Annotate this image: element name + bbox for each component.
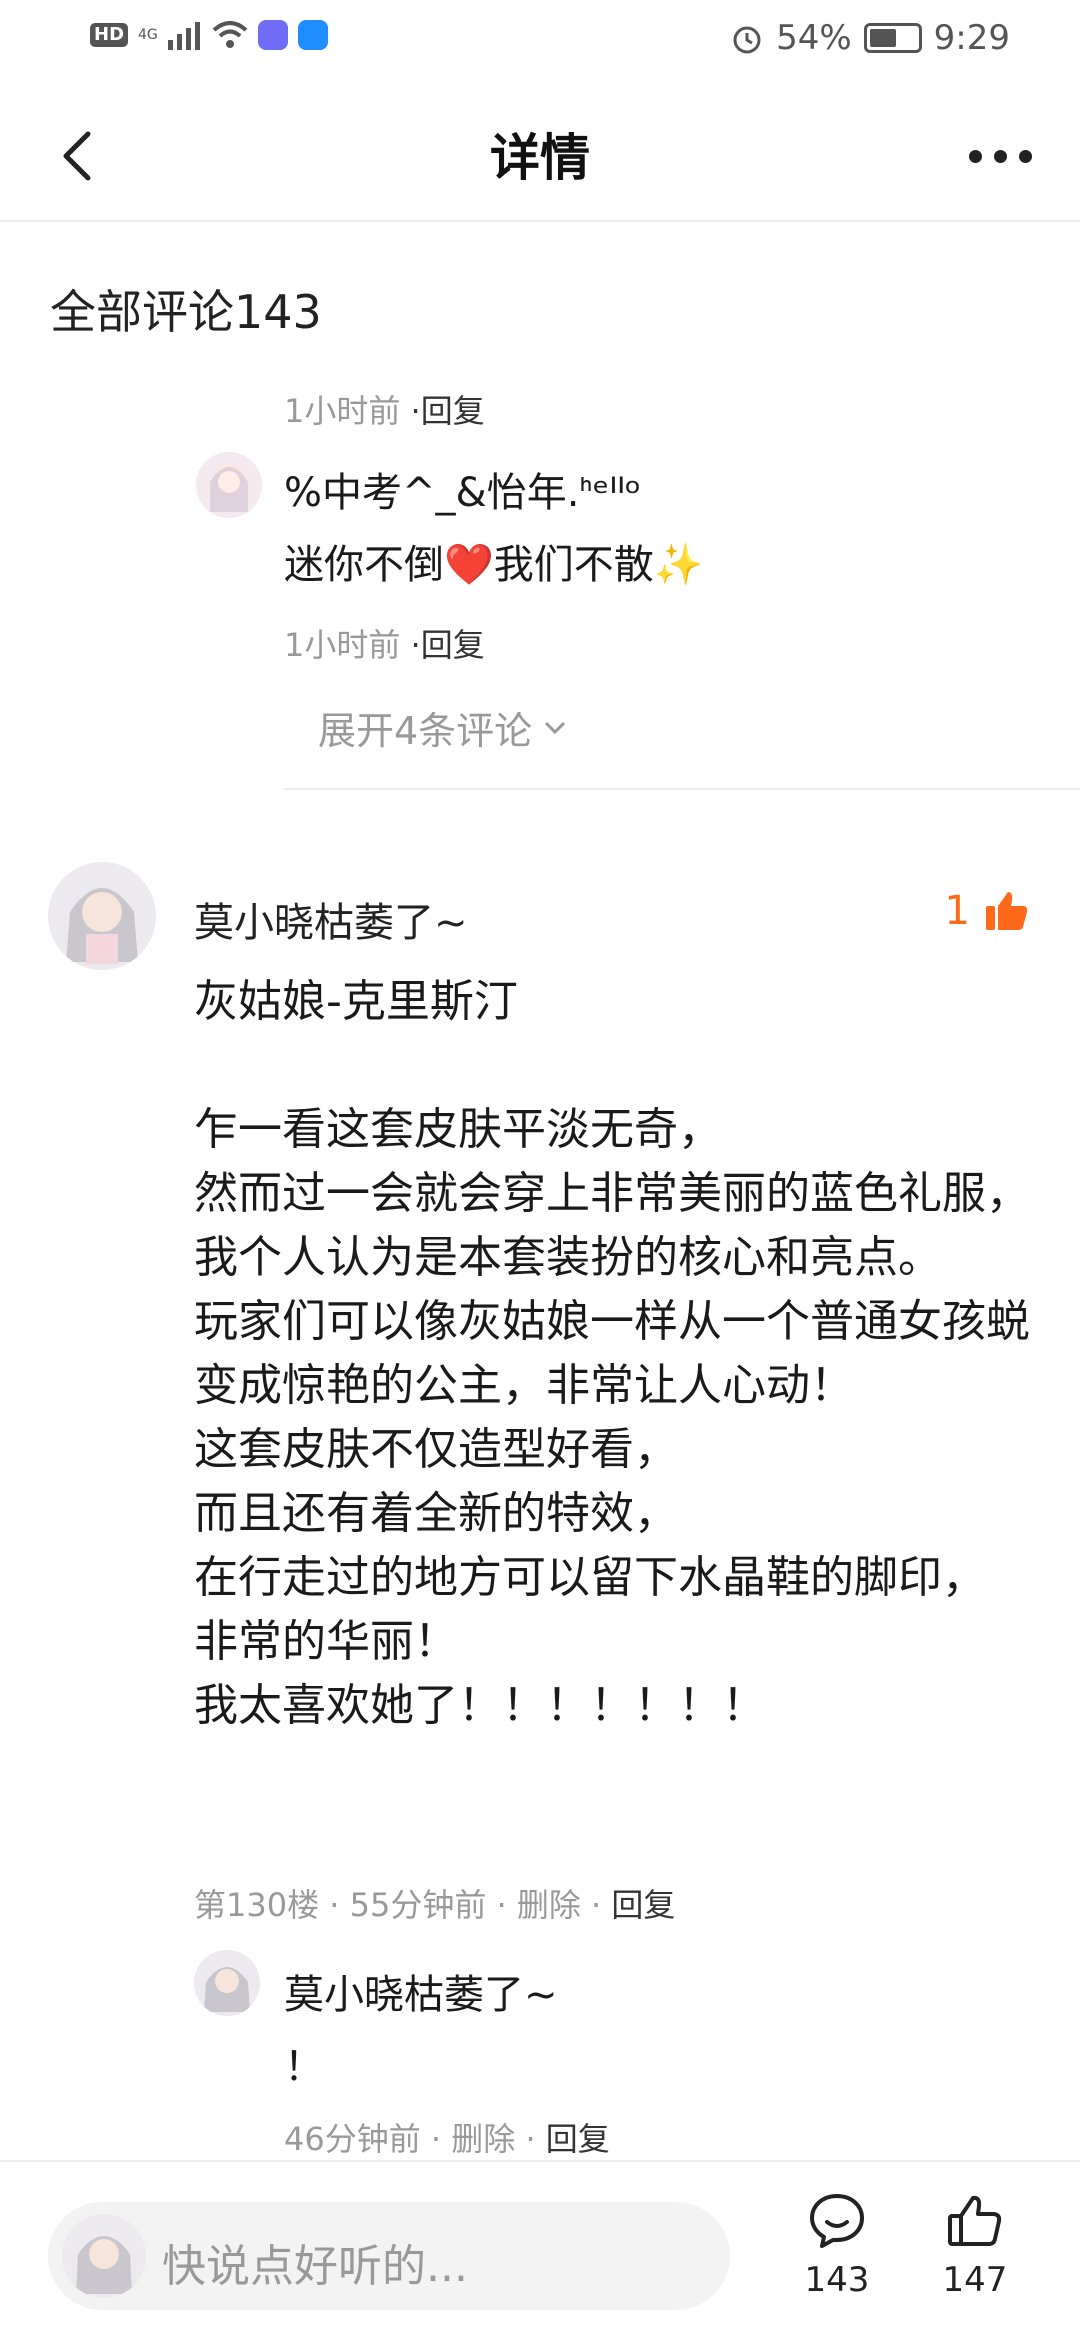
more-dot-icon	[993, 149, 1007, 163]
divider	[284, 788, 1080, 790]
reply-reply-button[interactable]: ·回复	[411, 626, 485, 664]
weather-app-icon	[297, 20, 328, 50]
more-dot-icon	[968, 149, 982, 163]
expand-replies-button[interactable]: 展开4条评论	[318, 700, 570, 755]
reply-meta: 1小时前 ·回复	[284, 620, 485, 666]
avatar[interactable]	[194, 1950, 260, 2016]
bottom-bar: 快说点好听的... 143 147	[0, 2160, 1080, 2340]
meta-separator: ·	[430, 2120, 442, 2158]
top-nav: 详情	[0, 90, 1080, 222]
reply-author-name[interactable]: 莫小晓枯萎了~	[284, 1962, 558, 2020]
reply-text: 迷你不倒❤️我们不散✨	[284, 542, 704, 588]
clock: 9:29	[933, 18, 1010, 58]
chevron-down-icon	[545, 721, 566, 734]
avatar[interactable]	[196, 452, 262, 518]
comment-like-count: 1	[944, 888, 970, 934]
network-type: 4G	[138, 27, 158, 43]
thumbs-up-filled-icon	[986, 892, 1028, 930]
comment-time: 55分钟前	[349, 1886, 487, 1924]
comment-input-placeholder: 快说点好听的...	[162, 2241, 468, 2292]
battery-percent: 54%	[776, 18, 852, 58]
comment-delete-button[interactable]: 删除	[517, 1886, 581, 1924]
prev-comment-reply-button[interactable]: ·回复	[411, 392, 485, 430]
signal-icon	[167, 22, 200, 50]
more-options-button[interactable]	[960, 126, 1040, 186]
reply-time: 46分钟前	[284, 2120, 421, 2158]
battery-icon	[863, 23, 922, 53]
meta-separator: ·	[329, 1886, 340, 1924]
page-title: 详情	[490, 129, 590, 187]
comment-author-name[interactable]: 莫小晓枯萎了~	[194, 890, 468, 948]
comment-floor: 第130楼	[194, 1886, 320, 1924]
reply-reply-button[interactable]: 回复	[546, 2120, 610, 2158]
comment-meta: 第130楼 · 55分钟前 · 删除 · 回复	[194, 1880, 675, 1926]
expand-label: 展开4条评论	[318, 709, 533, 753]
reply-author-name[interactable]: %中考^_&怡年.ᑋᵉᑊᑊᵒ	[284, 460, 641, 518]
meta-separator: ·	[525, 2120, 536, 2158]
avatar[interactable]	[48, 862, 156, 970]
status-right: 54% 9:29	[730, 18, 1010, 58]
alarm-icon	[733, 26, 761, 54]
avatar	[62, 2214, 146, 2298]
reply-delete-button[interactable]: 删除	[451, 2120, 515, 2158]
reply-time: 1小时前	[284, 626, 401, 664]
meta-separator: ·	[591, 1886, 602, 1924]
reply-meta: 46分钟前 · 删除 · 回复	[284, 2114, 610, 2160]
comment-input[interactable]: 快说点好听的...	[48, 2202, 730, 2310]
more-dot-icon	[1018, 149, 1032, 163]
comments-count-button[interactable]: 143	[792, 2192, 882, 2300]
reply-text: ！	[284, 2044, 324, 2090]
comment-reply-button[interactable]: 回复	[611, 1886, 675, 1924]
post-like-button[interactable]: 147	[930, 2192, 1020, 2300]
music-app-icon	[257, 20, 288, 50]
meta-separator: ·	[496, 1886, 507, 1924]
comment-bubble-icon	[810, 2194, 864, 2248]
hd-badge: HD	[90, 23, 129, 47]
thumbs-up-icon	[948, 2195, 1002, 2246]
post-like-count: 147	[942, 2260, 1008, 2300]
prev-comment-time: 1小时前	[284, 392, 401, 430]
comments-count: 143	[804, 2260, 870, 2300]
comment-like-button[interactable]: 1	[945, 888, 1030, 934]
status-left: HD 4G	[90, 20, 328, 50]
comments-header: 全部评论143	[50, 285, 322, 339]
wifi-icon	[212, 21, 248, 48]
status-bar: HD 4G 54% 9:29	[0, 0, 1080, 84]
comment-body: 灰姑娘-克里斯汀 乍一看这套皮肤平淡无奇， 然而过一会就会穿上非常美丽的蓝色礼服…	[194, 976, 1030, 1731]
prev-comment-meta: 1小时前 ·回复	[284, 386, 485, 432]
